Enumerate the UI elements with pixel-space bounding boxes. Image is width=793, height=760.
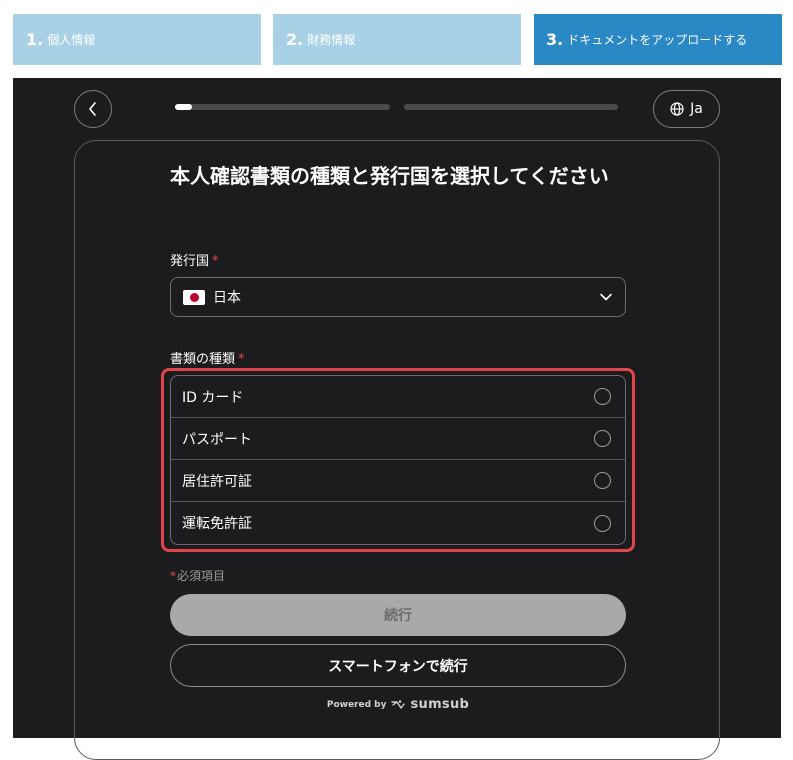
country-value: 日本 xyxy=(213,290,241,306)
language-button[interactable]: Ja xyxy=(653,90,720,128)
step-number: 3. xyxy=(546,30,564,49)
required-asterisk: * xyxy=(170,569,176,583)
required-asterisk: * xyxy=(238,352,245,367)
step-financial-info[interactable]: 2. 財務情報 xyxy=(273,14,521,65)
verification-panel: Ja 本人確認書類の種類と発行国を選択してください 発行国 * 日本 書類の種類 *… xyxy=(13,78,781,760)
powered-by-text: Powered by xyxy=(326,699,387,710)
step-label: ドキュメントをアップロードする xyxy=(567,33,748,47)
doc-type-label: ID カード xyxy=(182,389,244,406)
step-personal-info[interactable]: 1. 個人情報 xyxy=(13,14,261,65)
page-title: 本人確認書類の種類と発行国を選択してください xyxy=(170,164,609,188)
step-upload-documents[interactable]: 3. ドキュメントをアップロードする xyxy=(534,14,782,65)
progress-fill xyxy=(175,104,193,110)
progress-bar-step-1 xyxy=(175,104,390,110)
doc-type-label: パスポート xyxy=(182,431,252,448)
chevron-down-icon xyxy=(600,293,612,301)
doc-type-list: ID カード パスポート 居住許可証 運転免許証 xyxy=(170,375,626,545)
step-label: 個人情報 xyxy=(47,33,96,47)
country-label-text: 発行国 xyxy=(170,254,210,269)
step-number: 2. xyxy=(286,30,304,49)
back-button[interactable] xyxy=(74,90,112,128)
powered-by-footer: Powered by sumsub xyxy=(170,697,626,712)
continue-button[interactable]: 続行 xyxy=(170,594,626,636)
doc-type-label: 書類の種類 * xyxy=(170,348,245,367)
chevron-left-icon xyxy=(89,102,96,116)
step-label: 財務情報 xyxy=(307,33,356,47)
required-note-text: 必須項目 xyxy=(177,569,226,583)
doc-type-drivers-license[interactable]: 運転免許証 xyxy=(171,502,625,544)
doc-type-id-card[interactable]: ID カード xyxy=(171,376,625,418)
radio-button[interactable] xyxy=(594,430,611,447)
required-asterisk: * xyxy=(212,254,219,269)
globe-icon xyxy=(670,102,684,116)
radio-button[interactable] xyxy=(594,388,611,405)
radio-button[interactable] xyxy=(594,514,611,532)
required-note: *必須項目 xyxy=(170,567,225,584)
doc-type-label-text: 書類の種類 xyxy=(170,352,236,367)
doc-type-label: 運転免許証 xyxy=(182,516,252,532)
country-label: 発行国 * xyxy=(170,250,219,269)
country-select[interactable]: 日本 xyxy=(170,277,626,317)
continue-on-phone-button[interactable]: スマートフォンで続行 xyxy=(170,644,626,687)
step-number: 1. xyxy=(26,30,44,49)
doc-type-passport[interactable]: パスポート xyxy=(171,418,625,460)
doc-type-residence-permit[interactable]: 居住許可証 xyxy=(171,460,625,502)
language-label: Ja xyxy=(690,101,703,117)
doc-type-label: 居住許可証 xyxy=(182,473,252,490)
document-selection-card: 本人確認書類の種類と発行国を選択してください 発行国 * 日本 書類の種類 * ID… xyxy=(74,140,720,760)
sumsub-brand-text: sumsub xyxy=(410,697,470,712)
sumsub-logo-icon xyxy=(391,699,406,709)
progress-bar-step-2 xyxy=(404,104,618,110)
radio-button[interactable] xyxy=(594,472,611,489)
japan-flag-icon xyxy=(183,289,205,305)
